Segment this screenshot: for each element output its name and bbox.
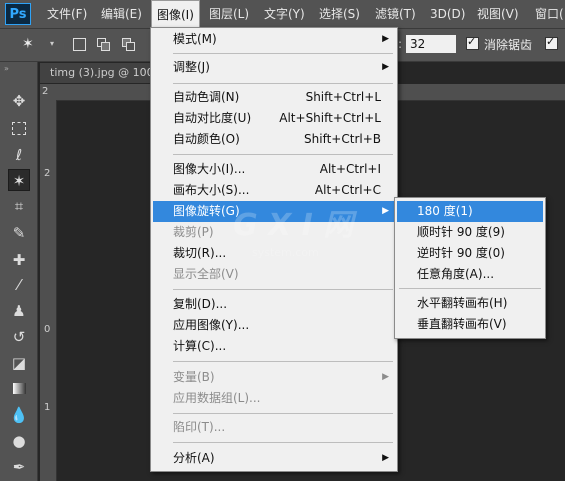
collapse-panel-icon[interactable]: » — [4, 64, 9, 73]
eyedropper-tool-icon[interactable]: ✎ — [8, 222, 30, 244]
submenu-item-rotate-90-cw[interactable]: 顺时针 90 度(9) — [397, 222, 543, 243]
blur-tool-icon[interactable]: 💧 — [8, 404, 30, 426]
submenu-item-arbitrary[interactable]: 任意角度(A)... — [397, 264, 543, 285]
lasso-tool-icon[interactable]: ℓ — [8, 144, 30, 166]
antialias-label: 消除锯齿 — [484, 38, 533, 52]
magic-wand-tool-icon[interactable]: ✶ — [8, 169, 30, 191]
menu-separator — [173, 289, 393, 290]
menu-view[interactable]: 视图(V) — [477, 0, 519, 28]
subtract-selection-icon[interactable] — [122, 38, 135, 51]
menu-edit[interactable]: 编辑(E) — [101, 0, 142, 28]
menu-image[interactable]: 图像(I) — [151, 0, 200, 28]
menu-window[interactable]: 窗口( — [535, 0, 564, 28]
menu-item-variables: 变量(B) ▶ — [173, 370, 389, 384]
menu-item-adjustments[interactable]: 调整(J) ▶ — [153, 57, 395, 78]
document-tab[interactable]: timg (3).jpg @ 100 — [40, 63, 152, 83]
menu-select[interactable]: 选择(S) — [319, 0, 360, 28]
menu-separator — [173, 154, 393, 155]
tolerance-input[interactable]: 32 — [406, 35, 456, 53]
magic-wand-icon[interactable]: ✶ — [22, 36, 38, 52]
tolerance-colon: : — [398, 37, 403, 51]
menu-item-canvas-size[interactable]: 画布大小(S)... Alt+Ctrl+C — [153, 180, 395, 201]
menu-filter[interactable]: 滤镜(T) — [375, 0, 416, 28]
tool-preset-dropdown-icon[interactable]: ▾ — [50, 36, 66, 52]
menu-item-reveal-all: 显示全部(V) — [173, 267, 239, 281]
photoshop-logo: Ps — [5, 3, 31, 25]
submenu-item-rotate-90-ccw[interactable]: 逆时针 90 度(0) — [397, 243, 543, 264]
watermark: G X I 网 — [233, 208, 354, 243]
menu-item-apply-data-set: 应用数据组(L)... — [173, 391, 261, 405]
menu-separator — [173, 83, 393, 84]
move-tool-icon[interactable]: ✥ — [8, 90, 30, 112]
menu-bar: Ps 文件(F) 编辑(E) 图像(I) 图层(L) 文字(Y) 选择(S) 滤… — [0, 0, 565, 29]
menu-3d[interactable]: 3D(D) — [430, 0, 465, 28]
menu-item-mode[interactable]: 模式(M) ▶ — [153, 29, 395, 50]
submenu-item-flip-vertical[interactable]: 垂直翻转画布(V) — [397, 314, 543, 335]
brush-tool-icon[interactable]: ⁄ — [8, 274, 30, 296]
watermark-sub: system.com — [252, 246, 319, 259]
clone-stamp-tool-icon[interactable]: ♟ — [8, 300, 30, 322]
menu-item-auto-color[interactable]: 自动颜色(O) Shift+Ctrl+B — [153, 129, 395, 150]
tools-panel: » ✥ ℓ ✶ ⌗ ✎ ✚ ⁄ ♟ ↺ ◪ 💧 ● ✒ — [0, 62, 38, 481]
crop-tool-icon[interactable]: ⌗ — [8, 195, 30, 217]
marquee-tool-icon[interactable] — [8, 117, 30, 139]
menu-item-calculations[interactable]: 计算(C)... — [153, 336, 395, 357]
menu-file[interactable]: 文件(F) — [47, 0, 87, 28]
ruler-v-label-1: 2 — [44, 168, 51, 179]
eraser-tool-icon[interactable]: ◪ — [8, 352, 30, 374]
add-selection-icon[interactable] — [97, 38, 110, 51]
menu-separator — [173, 53, 393, 54]
healing-brush-tool-icon[interactable]: ✚ — [8, 249, 30, 271]
submenu-item-rotate-180[interactable]: 180 度(1) — [397, 201, 543, 222]
menu-item-analysis[interactable]: 分析(A) ▶ — [153, 448, 395, 469]
pen-tool-icon[interactable]: ✒ — [8, 456, 30, 478]
menu-item-image-size[interactable]: 图像大小(I)... Alt+Ctrl+I — [153, 159, 395, 180]
image-rotation-submenu: 180 度(1) 顺时针 90 度(9) 逆时针 90 度(0) 任意角度(A)… — [394, 197, 546, 339]
new-selection-icon[interactable] — [73, 38, 86, 51]
gradient-tool-icon[interactable] — [8, 378, 30, 400]
submenu-item-flip-horizontal[interactable]: 水平翻转画布(H) — [397, 293, 543, 314]
menu-item-auto-contrast[interactable]: 自动对比度(U) Alt+Shift+Ctrl+L — [153, 108, 395, 129]
menu-item-apply-image[interactable]: 应用图像(Y)... — [153, 315, 395, 336]
menu-item-auto-tone[interactable]: 自动色调(N) Shift+Ctrl+L — [153, 87, 395, 108]
menu-separator — [173, 413, 393, 414]
history-brush-tool-icon[interactable]: ↺ — [8, 326, 30, 348]
antialias-checkbox[interactable] — [466, 35, 479, 50]
menu-item-duplicate[interactable]: 复制(D)... — [153, 294, 395, 315]
ruler-v-label-3: 1 — [44, 402, 51, 413]
menu-layer[interactable]: 图层(L) — [209, 0, 249, 28]
contiguous-checkbox[interactable] — [545, 35, 558, 50]
menu-item-trap: 陷印(T)... — [173, 420, 226, 434]
vertical-ruler: 2 0 1 — [40, 100, 57, 481]
ruler-v-label-2: 0 — [44, 324, 51, 335]
ruler-h-label: 2 — [42, 86, 49, 97]
menu-separator — [173, 442, 393, 443]
menu-separator — [399, 288, 541, 289]
dodge-tool-icon[interactable]: ● — [8, 430, 30, 452]
menu-separator — [173, 361, 393, 362]
menu-type[interactable]: 文字(Y) — [264, 0, 305, 28]
